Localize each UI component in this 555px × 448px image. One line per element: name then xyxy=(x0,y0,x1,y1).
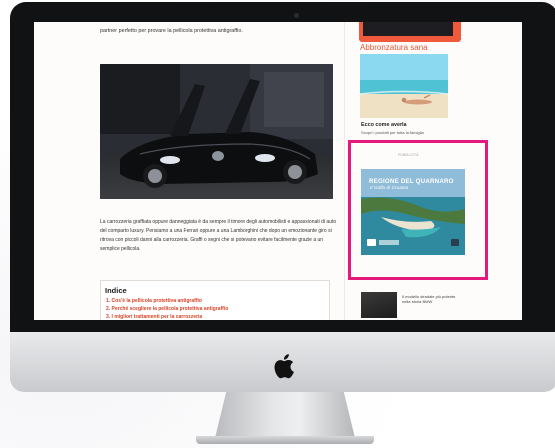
highlighted-ad-frame: PUBBLICITÀ REGIONE DEL QUARNARO Il Golfo… xyxy=(348,140,488,280)
toc-item[interactable]: 1. Cos'è la pellicola protettiva antigra… xyxy=(106,298,202,304)
hero-car-image xyxy=(100,64,333,199)
apple-logo-icon xyxy=(274,354,294,379)
beach-ad-image[interactable] xyxy=(360,54,448,118)
intro-text: partner perfetto per provare la pellicol… xyxy=(100,28,243,34)
tourism-ad[interactable]: REGIONE DEL QUARNARO Il Golfo di Croazia xyxy=(361,169,465,255)
sidebar-heading[interactable]: Abbronzatura sana xyxy=(360,43,428,52)
story-title[interactable]: Ecco come averla xyxy=(361,122,407,128)
toc-title: Indice xyxy=(105,286,127,295)
story-subtitle: Scopri i prodotti per tutta la famiglia xyxy=(361,130,424,135)
related-thumbnail[interactable] xyxy=(361,292,397,318)
beach-photo-icon xyxy=(360,54,448,118)
ad-subtitle: Il Golfo di Croazia xyxy=(370,186,409,191)
related-article-text[interactable]: Il modello stradale più potente nella st… xyxy=(402,294,462,304)
toc-item[interactable]: 2. Perché scegliere la pellicola protett… xyxy=(106,306,228,312)
car-photo-icon xyxy=(100,64,333,199)
column-divider xyxy=(344,22,345,320)
monitor-foot xyxy=(196,436,374,444)
camera-dot xyxy=(294,13,299,18)
browser-screen: partner perfetto per provare la pellicol… xyxy=(34,22,522,320)
monitor-stand xyxy=(215,392,355,438)
ad-label: PUBBLICITÀ xyxy=(398,153,419,157)
table-of-contents: Indice 1. Cos'è la pellicola protettiva … xyxy=(100,280,330,320)
sidebar-banner-top[interactable] xyxy=(359,22,461,42)
toc-item[interactable]: 3. I migliori trattamenti per la carrozz… xyxy=(106,314,202,320)
ad-title: REGIONE DEL QUARNARO xyxy=(369,178,454,185)
article-body: La carrozzeria graffiata oppure danneggi… xyxy=(100,219,337,252)
